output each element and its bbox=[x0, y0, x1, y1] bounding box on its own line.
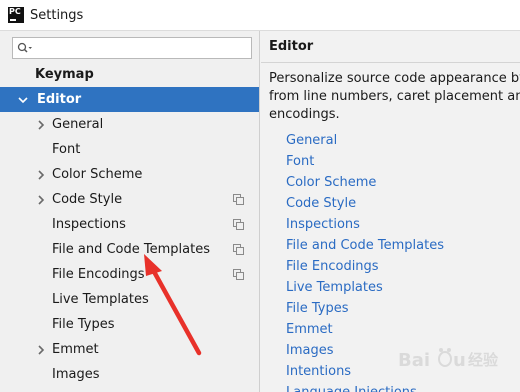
sidebar-item-file-encodings[interactable]: File Encodings bbox=[0, 262, 259, 287]
sidebar-item-code-style[interactable]: Code Style bbox=[0, 187, 259, 212]
title-bar: PC Settings bbox=[0, 0, 520, 31]
description-line: Personalize source code appearance by ch bbox=[269, 71, 520, 86]
sidebar-item-editor[interactable]: Editor bbox=[0, 87, 259, 112]
sidebar-item-font[interactable]: Font bbox=[0, 137, 259, 162]
link-intentions[interactable]: Intentions bbox=[286, 364, 351, 379]
search-input[interactable] bbox=[37, 39, 237, 57]
sidebar-item-file-and-code-templates[interactable]: File and Code Templates bbox=[0, 237, 259, 262]
settings-sidebar: Keymap Editor General Font Color Scheme Code … bbox=[0, 31, 260, 392]
sidebar-item-label: Images bbox=[52, 367, 100, 382]
link-file-and-code-templates[interactable]: File and Code Templates bbox=[286, 238, 444, 253]
chevron-right-icon[interactable] bbox=[36, 170, 46, 180]
pycharm-app-icon: PC bbox=[8, 7, 24, 23]
link-live-templates[interactable]: Live Templates bbox=[286, 280, 383, 295]
window-title: Settings bbox=[30, 7, 84, 23]
sidebar-item-images[interactable]: Images bbox=[0, 362, 259, 387]
sidebar-item-label: Inspections bbox=[52, 217, 126, 232]
sidebar-item-label: Live Templates bbox=[52, 292, 149, 307]
sidebar-item-label: Font bbox=[52, 142, 81, 157]
chevron-right-icon[interactable] bbox=[36, 345, 46, 355]
sidebar-item-label: Code Style bbox=[52, 192, 123, 207]
sidebar-item-label: File Encodings bbox=[52, 267, 145, 282]
description-line: encodings. bbox=[269, 107, 340, 122]
sidebar-item-label: Editor bbox=[37, 92, 82, 107]
project-scope-icon bbox=[233, 244, 244, 255]
link-code-style[interactable]: Code Style bbox=[286, 196, 356, 211]
app-icon-text: PC bbox=[9, 7, 21, 16]
chevron-right-icon[interactable] bbox=[36, 195, 46, 205]
project-scope-icon bbox=[233, 194, 244, 205]
sidebar-item-label: Keymap bbox=[35, 67, 94, 82]
sidebar-item-emmet[interactable]: Emmet bbox=[0, 337, 259, 362]
link-general[interactable]: General bbox=[286, 133, 337, 148]
sidebar-item-file-types[interactable]: File Types bbox=[0, 312, 259, 337]
page-title: Editor bbox=[269, 39, 314, 54]
link-color-scheme[interactable]: Color Scheme bbox=[286, 175, 376, 190]
link-font[interactable]: Font bbox=[286, 154, 314, 169]
chevron-down-icon[interactable] bbox=[18, 95, 28, 105]
link-emmet[interactable]: Emmet bbox=[286, 322, 333, 337]
sidebar-item-keymap[interactable]: Keymap bbox=[0, 62, 259, 87]
link-inspections[interactable]: Inspections bbox=[286, 217, 360, 232]
sidebar-item-live-templates[interactable]: Live Templates bbox=[0, 287, 259, 312]
sidebar-item-label: Emmet bbox=[52, 342, 99, 357]
link-language-injections[interactable]: Language Injections bbox=[286, 385, 417, 392]
link-file-types[interactable]: File Types bbox=[286, 301, 349, 316]
sidebar-item-color-scheme[interactable]: Color Scheme bbox=[0, 162, 259, 187]
editor-description: Personalize source code appearance by ch… bbox=[269, 70, 520, 124]
sidebar-item-inspections[interactable]: Inspections bbox=[0, 212, 259, 237]
sidebar-item-label: Color Scheme bbox=[52, 167, 143, 182]
sidebar-item-label: File Types bbox=[52, 317, 115, 332]
description-line: from line numbers, caret placement and t… bbox=[269, 89, 520, 104]
sidebar-item-label: File and Code Templates bbox=[52, 242, 210, 257]
editor-settings-panel: Editor Personalize source code appearanc… bbox=[261, 31, 520, 392]
search-icon bbox=[17, 42, 32, 53]
link-images[interactable]: Images bbox=[286, 343, 334, 358]
chevron-right-icon[interactable] bbox=[36, 120, 46, 130]
project-scope-icon bbox=[233, 219, 244, 230]
sidebar-item-general[interactable]: General bbox=[0, 112, 259, 137]
content-header: Editor bbox=[261, 31, 520, 63]
settings-search-box[interactable] bbox=[12, 37, 252, 59]
sidebar-item-label: General bbox=[52, 117, 104, 132]
project-scope-icon bbox=[233, 269, 244, 280]
link-file-encodings[interactable]: File Encodings bbox=[286, 259, 379, 274]
